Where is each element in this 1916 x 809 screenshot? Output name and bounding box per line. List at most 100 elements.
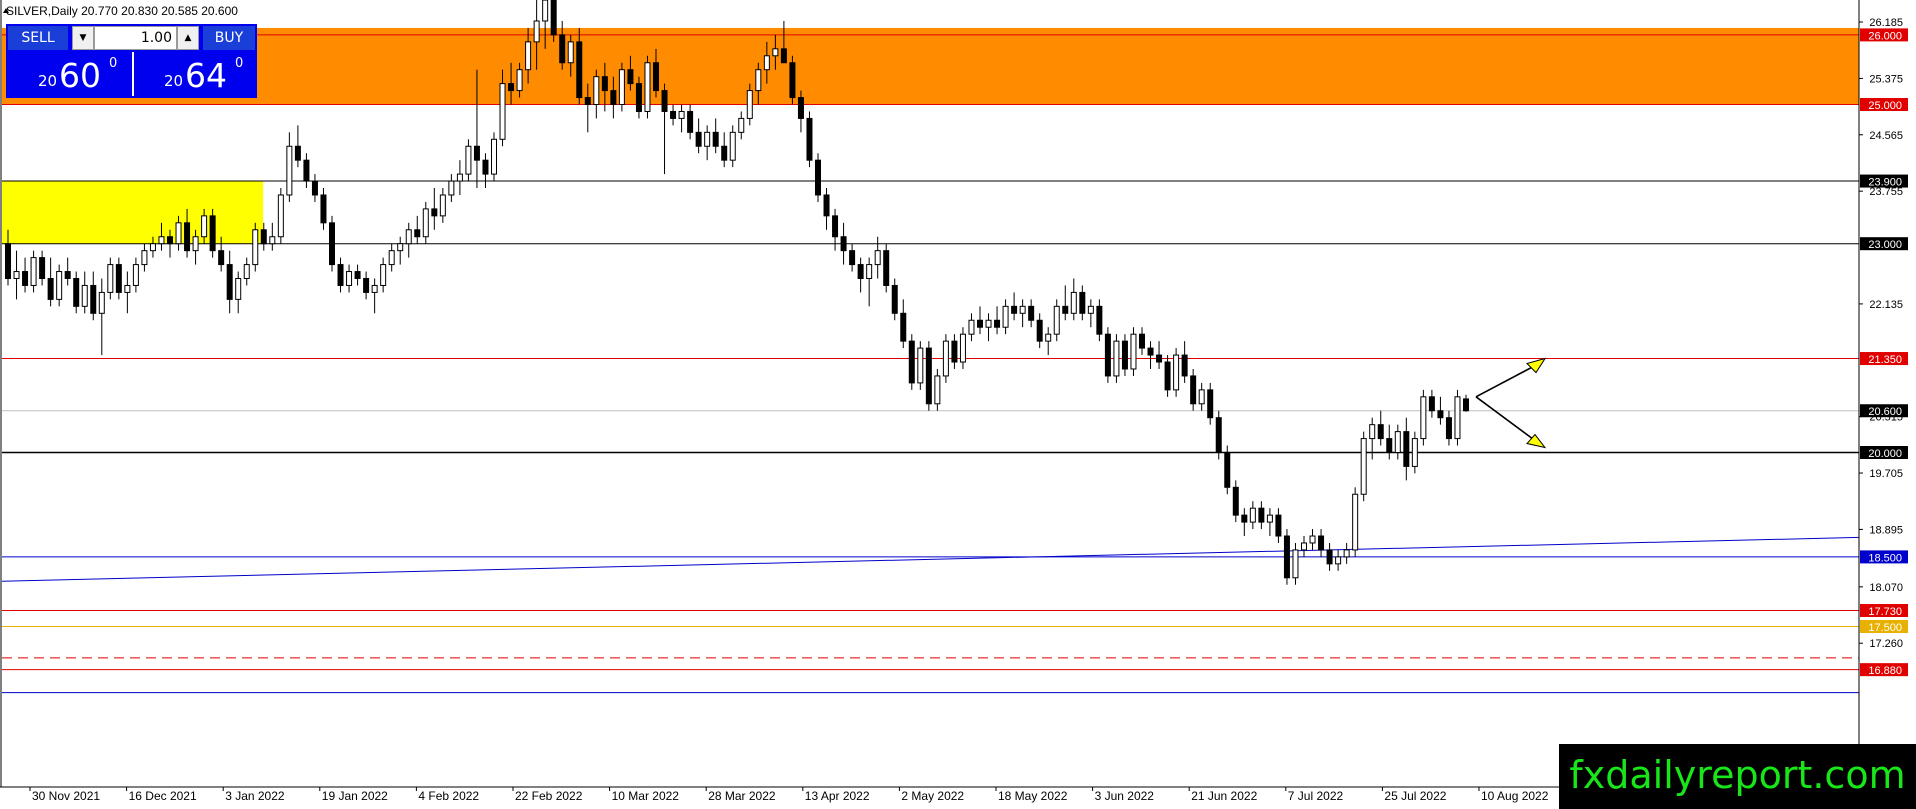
candle — [1036, 313, 1043, 349]
candle — [900, 299, 907, 349]
candle-body-down — [64, 271, 71, 280]
candle — [849, 243, 856, 272]
candle-body-up — [738, 117, 745, 133]
candle-body-down — [1139, 333, 1145, 349]
candle-body-down — [576, 41, 583, 99]
buy-price[interactable]: 20 64 0 — [134, 52, 255, 96]
candle-body-down — [1445, 417, 1452, 440]
lot-decrease-button[interactable]: ▼ — [72, 26, 94, 50]
candle — [959, 327, 966, 369]
level-label-4: 23.900 — [1868, 177, 1902, 189]
candle-body-down — [1190, 375, 1197, 405]
candle-body-down — [1403, 431, 1410, 467]
candle-body-up — [13, 271, 20, 280]
sell-price-main: 60 — [59, 56, 101, 95]
candle-body-down — [1011, 305, 1018, 314]
candle-body-up — [1394, 431, 1401, 453]
candle-body-up — [201, 215, 208, 238]
candle — [678, 104, 685, 133]
candle-body-down — [653, 62, 659, 92]
candle-body-down — [1147, 347, 1154, 356]
candle-body-up — [1087, 305, 1094, 314]
candle — [934, 368, 941, 411]
candle-body-up — [422, 208, 429, 238]
candle — [917, 341, 924, 390]
candle-body-up — [1369, 424, 1376, 440]
candle — [1232, 480, 1239, 523]
candle-body-down — [1258, 507, 1265, 523]
candle-body-up — [567, 41, 574, 64]
candle — [1215, 410, 1222, 460]
price-chart[interactable]: 28.61527.80526.99526.18525.37524.56523.7… — [0, 0, 1916, 809]
candle — [294, 125, 301, 168]
candle — [1266, 508, 1273, 537]
candle-body-up — [542, 0, 549, 22]
candle-body-down — [1326, 549, 1333, 565]
candle-body-down — [815, 159, 821, 196]
candle — [712, 118, 719, 154]
candle-body-up — [132, 264, 139, 286]
date-tick-label-14: 25 Jul 2022 — [1384, 789, 1446, 803]
candle-body-down — [294, 145, 301, 161]
zone-1 — [2, 181, 264, 244]
buy-price-sup: 0 — [235, 56, 244, 71]
candle — [252, 222, 259, 272]
candle-body-down — [823, 194, 830, 217]
sell-price[interactable]: 20 60 0 — [8, 52, 134, 96]
candle-body-up — [866, 264, 873, 279]
candle-body-down — [218, 250, 225, 266]
candle — [243, 257, 250, 286]
sell-button[interactable]: SELL — [8, 26, 68, 50]
date-tick-label-0: 30 Nov 2021 — [32, 789, 100, 803]
candle — [64, 257, 71, 286]
candle — [721, 132, 728, 168]
one-click-trading-panel: SELL ▼ ▲ BUY 20 60 0 20 64 0 — [6, 24, 257, 98]
candle — [226, 250, 233, 314]
candle-body-up — [942, 340, 949, 377]
candle — [1420, 389, 1427, 446]
candle-body-down — [695, 131, 702, 147]
candle — [840, 222, 847, 265]
candle-body-down — [601, 76, 608, 92]
candle-body-down — [260, 229, 267, 245]
candle — [687, 104, 694, 140]
lot-increase-button[interactable]: ▲ — [177, 26, 199, 50]
candle — [405, 222, 412, 258]
candle-body-up — [1002, 305, 1009, 328]
candle-body-down — [908, 340, 915, 384]
candle — [354, 264, 361, 286]
candle-body-down — [712, 131, 719, 147]
up-arrow-head — [1526, 357, 1547, 374]
candle — [661, 83, 668, 175]
candle — [56, 264, 63, 307]
date-tick-label-4: 4 Feb 2022 — [418, 789, 479, 803]
date-tick-label-9: 2 May 2022 — [901, 789, 964, 803]
candle-body-down — [1283, 535, 1290, 579]
candle — [39, 250, 46, 286]
candle-body-down — [184, 222, 191, 252]
candle — [209, 208, 216, 258]
candle — [277, 188, 284, 244]
candle-body-down — [1386, 438, 1393, 453]
candle — [644, 55, 651, 119]
buy-button[interactable]: BUY — [203, 26, 255, 50]
candle-body-down — [584, 97, 591, 106]
projection-arrows — [1475, 357, 1547, 449]
lot-size-input[interactable] — [94, 26, 177, 50]
zone-0 — [2, 27, 1859, 105]
candle-body-up — [158, 236, 165, 245]
candle — [81, 271, 88, 314]
candle — [1377, 410, 1384, 446]
candle-body-down — [1232, 486, 1239, 516]
candle — [320, 188, 327, 230]
candle-body-up — [491, 138, 497, 175]
candle-body-up — [525, 41, 532, 71]
candle-body-up — [388, 250, 395, 266]
candle — [1309, 529, 1316, 550]
candle-body-down — [482, 159, 489, 175]
sell-price-sup: 0 — [109, 56, 118, 71]
candle-body-up — [286, 145, 293, 196]
candle-body-up — [1113, 340, 1120, 377]
candle-body-up — [968, 319, 975, 335]
candle — [1045, 327, 1052, 356]
